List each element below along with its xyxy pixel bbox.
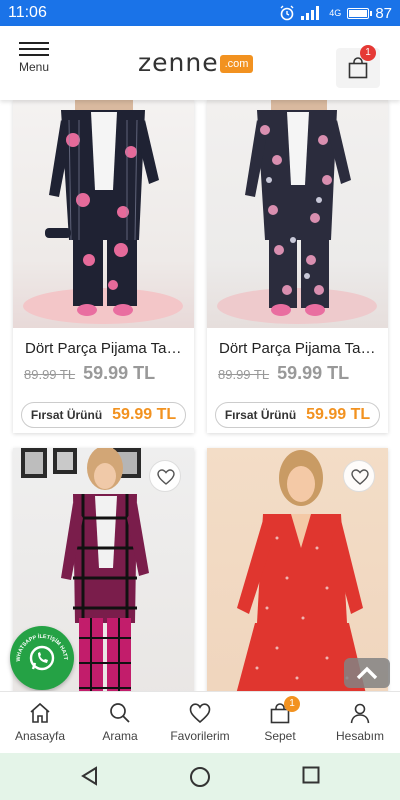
product-card[interactable]: Dört Parça Pijama Takımı 89.99 TL 59.99 … — [207, 100, 388, 433]
logo-suffix: .com — [219, 54, 254, 73]
app-header: Menu zenne .com 1 — [0, 26, 400, 100]
nav-item-account[interactable]: Hesabım — [320, 692, 400, 753]
cart-button[interactable]: 1 — [336, 45, 380, 88]
deal-label: Fırsat Ürünü — [224, 408, 297, 422]
nav-item-search[interactable]: Arama — [80, 692, 160, 753]
old-price: 89.99 TL — [24, 367, 76, 382]
status-icons: 4G 87 — [279, 5, 392, 22]
home-circle-icon[interactable] — [189, 766, 211, 788]
battery-percent: 87 — [375, 4, 392, 22]
price-row: 89.99 TL 59.99 TL — [207, 363, 388, 384]
favorite-button[interactable] — [149, 460, 181, 492]
heart-icon — [189, 703, 211, 724]
deal-button[interactable]: Fırsat Ürünü 59.99 TL — [215, 402, 380, 428]
alarm-icon — [280, 5, 294, 21]
nav-label: Sepet — [264, 729, 296, 743]
home-icon — [30, 702, 50, 723]
battery-fill — [349, 9, 367, 17]
bottom-navigation: Anasayfa Arama Favorilerim 1 Sepet Hesab… — [0, 691, 400, 753]
whatsapp-button[interactable]: WHATSAPP İLETİŞİM HATTI — [10, 626, 74, 690]
deal-label: Fırsat Ürünü — [30, 408, 103, 422]
price-row: 89.99 TL 59.99 TL — [13, 363, 194, 384]
product-grid: Dört Parça Pijama Takımı 89.99 TL 59.99 … — [0, 100, 400, 691]
old-price: 89.99 TL — [218, 367, 270, 382]
product-photo — [23, 100, 183, 324]
product-image[interactable] — [207, 448, 388, 691]
hamburger-icon — [17, 42, 51, 56]
product-card[interactable] — [207, 448, 388, 691]
recents-icon[interactable] — [302, 766, 320, 784]
current-price: 59.99 TL — [277, 363, 350, 383]
whatsapp-icon — [29, 645, 55, 671]
status-time: 11:06 — [8, 4, 47, 21]
cart-count-badge: 1 — [284, 696, 300, 712]
product-photo — [217, 100, 377, 324]
product-name[interactable]: Dört Parça Pijama Takımı — [207, 340, 388, 357]
system-navigation-bar — [0, 753, 400, 800]
favorite-button[interactable] — [343, 460, 375, 492]
product-name[interactable]: Dört Parça Pijama Takımı — [13, 340, 194, 357]
current-price: 59.99 TL — [83, 363, 156, 383]
nav-label: Hesabım — [335, 729, 385, 743]
search-icon — [110, 703, 130, 723]
nav-label: Arama — [102, 729, 138, 743]
network-type: 4G — [329, 8, 342, 18]
nav-item-cart[interactable]: 1 Sepet — [240, 692, 320, 753]
nav-item-home[interactable]: Anasayfa — [0, 692, 80, 753]
heart-icon — [351, 469, 369, 485]
heart-icon — [157, 469, 175, 485]
product-image[interactable] — [13, 100, 194, 328]
deal-button[interactable]: Fırsat Ürünü 59.99 TL — [21, 402, 186, 428]
menu-button[interactable]: Menu — [17, 38, 51, 78]
menu-label: Menu — [18, 60, 50, 74]
nav-item-favorites[interactable]: Favorilerim — [160, 692, 240, 753]
product-card[interactable]: Dört Parça Pijama Takımı 89.99 TL 59.99 … — [13, 100, 194, 433]
deal-price: 59.99 TL — [112, 406, 177, 423]
logo[interactable]: zenne .com — [138, 48, 254, 77]
logo-word: zenne — [138, 48, 219, 77]
screen: 11:06 4G 87 Menu zenne .com 1 Dört Parça… — [0, 0, 400, 800]
back-icon[interactable] — [80, 766, 100, 786]
product-image[interactable] — [207, 100, 388, 328]
nav-label: Favorilerim — [170, 729, 230, 743]
nav-label: Anasayfa — [14, 729, 66, 743]
battery-icon — [347, 7, 373, 19]
signal-icon — [301, 6, 320, 20]
scroll-top-button[interactable] — [344, 658, 390, 688]
user-icon — [350, 703, 370, 724]
cart-badge: 1 — [360, 45, 376, 61]
deal-price: 59.99 TL — [306, 406, 371, 423]
status-bar: 11:06 4G 87 — [0, 0, 400, 26]
chevron-up-icon — [356, 666, 378, 680]
